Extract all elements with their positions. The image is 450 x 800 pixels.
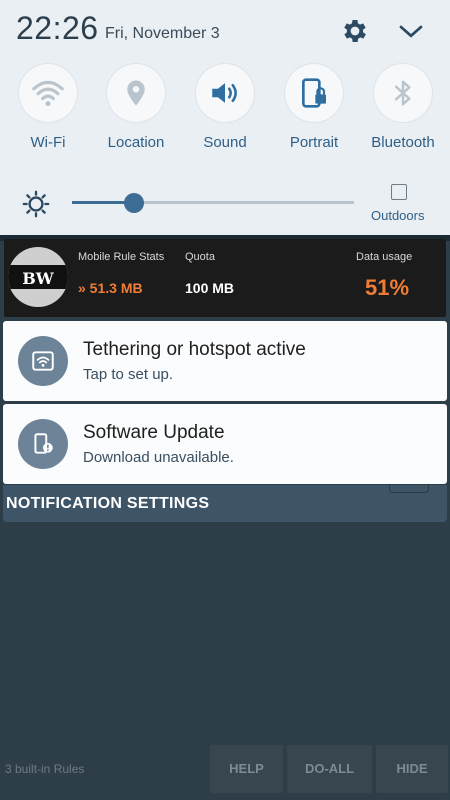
quick-settings-panel: 22:26 Fri, November 3 Wi-Fi Location Sou… xyxy=(0,0,450,235)
tile-wifi[interactable]: Wi-Fi xyxy=(3,64,93,151)
tile-label: Sound xyxy=(203,134,247,151)
chevron-down-icon[interactable] xyxy=(396,17,426,47)
app-logo: BW xyxy=(8,247,68,307)
notification-text: Tap to set up. xyxy=(83,366,174,383)
hotspot-icon xyxy=(32,351,54,371)
location-tile-button[interactable] xyxy=(107,64,165,122)
quota-title: Quota xyxy=(185,251,215,263)
notification-software-update[interactable]: Software Update Download unavailable. xyxy=(3,404,447,484)
notification-title: Tethering or hotspot active xyxy=(83,339,306,360)
stats-title: Mobile Rule Stats xyxy=(78,251,165,263)
built-in-rules-count: 3 built-in Rules xyxy=(5,762,85,776)
quick-settings-header: 22:26 Fri, November 3 xyxy=(0,0,450,60)
tile-portrait[interactable]: Portrait xyxy=(269,64,359,151)
tile-label: Portrait xyxy=(289,134,339,151)
notification-title: Software Update xyxy=(83,422,225,443)
portrait-tile-button[interactable] xyxy=(285,64,343,122)
brightness-row: Outdoors xyxy=(0,178,450,228)
tile-label: Wi-Fi xyxy=(30,134,66,151)
sound-icon xyxy=(212,83,237,103)
brightness-slider-thumb[interactable] xyxy=(124,193,145,213)
usage-percent: 51% xyxy=(365,275,410,300)
tile-label: Bluetooth xyxy=(371,134,435,151)
outdoors-checkbox[interactable] xyxy=(391,184,407,200)
wifi-tile-button[interactable] xyxy=(19,64,77,122)
gear-icon[interactable] xyxy=(340,16,370,46)
used-value: » 51.3 MB xyxy=(78,280,143,296)
hide-button[interactable]: HIDE xyxy=(376,745,448,793)
tile-label: Location xyxy=(107,134,165,151)
tile-sound[interactable]: Sound xyxy=(180,64,270,151)
mobile-rule-stats-widget[interactable]: BW Mobile Rule Stats » 51.3 MB Quota 100… xyxy=(4,239,446,317)
brightness-slider-track[interactable] xyxy=(72,201,354,204)
notification-tethering[interactable]: Tethering or hotspot active Tap to set u… xyxy=(3,321,447,401)
outdoors-label: Outdoors xyxy=(371,208,425,223)
phone-alert-icon xyxy=(34,433,53,454)
date: Fri, November 3 xyxy=(105,25,220,42)
notification-icon-circle xyxy=(18,419,68,469)
brightness-icon[interactable] xyxy=(22,190,50,218)
quota-value: 100 MB xyxy=(185,280,235,296)
notification-settings-button[interactable]: NOTIFICATION SETTINGS xyxy=(3,485,447,522)
portrait-lock-icon xyxy=(302,78,326,108)
help-button[interactable]: HELP xyxy=(210,745,283,793)
do-all-button[interactable]: DO-ALL xyxy=(287,745,372,793)
bluetooth-tile-button[interactable] xyxy=(374,64,432,122)
sound-tile-button[interactable] xyxy=(196,64,254,122)
app-logo-text: BW xyxy=(22,269,54,288)
wifi-icon xyxy=(32,80,64,107)
quick-settings-tiles: Wi-Fi Location Sound Portrait Bluetooth xyxy=(0,64,450,160)
notification-settings-label: NOTIFICATION SETTINGS xyxy=(6,495,210,512)
notification-icon-circle xyxy=(18,336,68,386)
clock: 22:26 xyxy=(16,10,99,46)
tile-location[interactable]: Location xyxy=(91,64,181,151)
bluetooth-icon xyxy=(394,80,411,106)
location-icon xyxy=(127,80,145,106)
tile-bluetooth[interactable]: Bluetooth xyxy=(358,64,448,151)
usage-title: Data usage xyxy=(356,251,413,263)
background-control-outline xyxy=(389,485,429,493)
notification-text: Download unavailable. xyxy=(83,449,234,466)
